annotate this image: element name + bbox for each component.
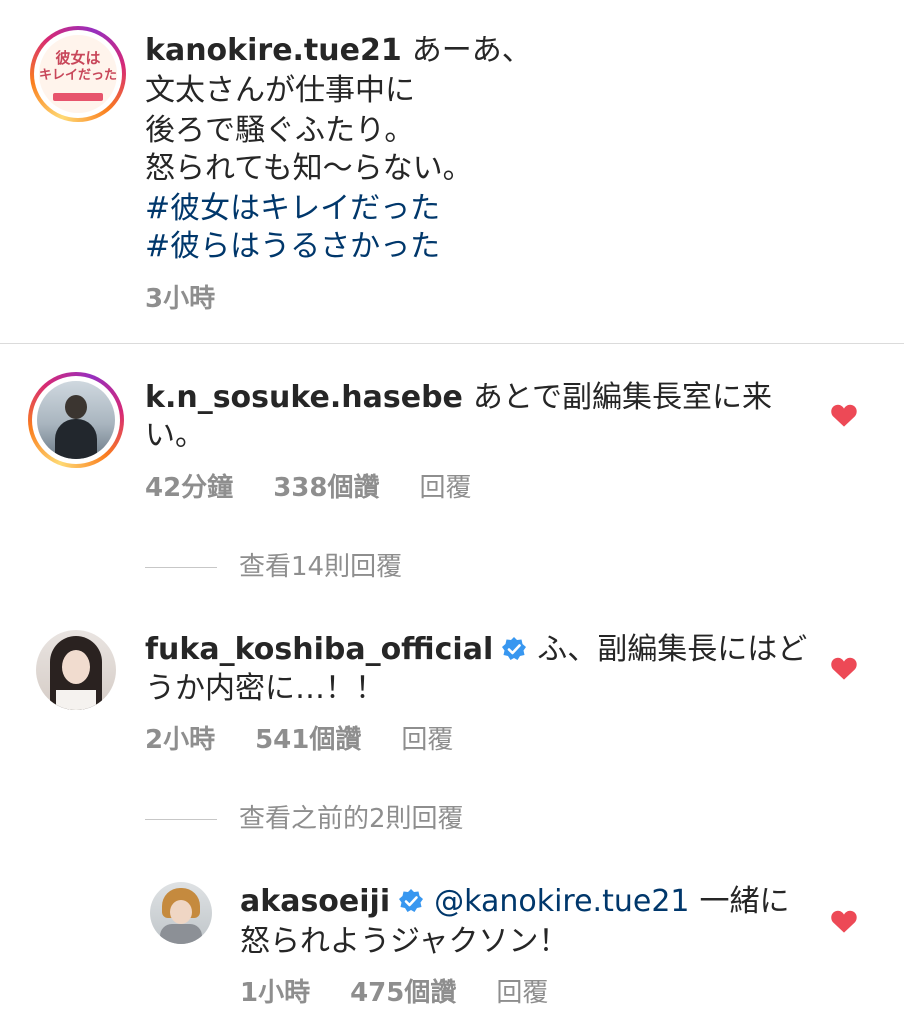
post-caption-line-2: 文太さんが仕事中に [145, 73, 415, 108]
reply-username[interactable]: akasoeiji [240, 884, 390, 919]
post-avatar-ring[interactable]: 彼女は キレイだった [30, 26, 126, 122]
comment-line-1: k.n_sosuke.hasebe あとで副編集長室に来 [145, 380, 773, 415]
hashtag-link[interactable]: #彼女はキレイだった [145, 190, 440, 228]
view-replies-link[interactable]: 查看之前的2則回覆 [145, 804, 464, 834]
replies-dash [145, 819, 217, 820]
reply-avatar[interactable] [150, 882, 212, 944]
comment-line-1: fuka_koshiba_official ふ、副編集長にはど [145, 632, 808, 667]
reply-button[interactable]: 回覆 [419, 473, 471, 503]
reply-line-1: akasoeiji @kanokire.tue21 一緒に [240, 884, 790, 919]
caption-divider [0, 343, 904, 344]
post-timestamp: 3小時 [145, 284, 216, 314]
heart-icon[interactable] [830, 908, 858, 934]
mention-link[interactable]: @kanokire.tue21 [434, 884, 689, 919]
view-replies-link[interactable]: 查看14則回覆 [145, 552, 402, 582]
verified-badge-icon [399, 889, 424, 912]
post-avatar: 彼女は キレイだった [39, 35, 117, 113]
comment-username[interactable]: k.n_sosuke.hasebe [145, 380, 463, 415]
post-username[interactable]: kanokire.tue21 [145, 33, 402, 68]
verified-badge-icon [502, 637, 527, 660]
post-caption-line-1: kanokire.tue21 あーあ、 [145, 33, 532, 68]
reply-meta: 1小時 475個讚 回覆 [240, 978, 588, 1008]
comment-time: 42分鐘 [145, 473, 234, 503]
post-caption-line-4: 怒られても知〜らない。 [145, 151, 473, 186]
reply-button[interactable]: 回覆 [401, 725, 453, 755]
comment-time: 2小時 [145, 725, 216, 755]
post-caption-line-3: 後ろで騒ぐふたり。 [145, 113, 415, 148]
heart-icon[interactable] [830, 402, 858, 428]
comment-avatar-ring[interactable] [28, 372, 124, 468]
comment-line-2: い。 [145, 418, 205, 453]
comment-avatar[interactable] [36, 630, 116, 710]
avatar-logo-text: 彼女は キレイだった [39, 49, 117, 83]
reply-time: 1小時 [240, 978, 311, 1008]
reply-line-2: 怒られようジャクソン！ [240, 924, 569, 959]
replies-dash [145, 567, 217, 568]
comment-likes[interactable]: 338個讚 [273, 473, 379, 503]
reply-likes[interactable]: 475個讚 [350, 978, 456, 1008]
heart-icon[interactable] [830, 655, 858, 681]
comment-line-2: うか内密に…！！ [145, 671, 385, 706]
comment-likes[interactable]: 541個讚 [255, 725, 361, 755]
hashtag-link[interactable]: #彼らはうるさかった [145, 228, 440, 266]
comment-meta: 2小時 541個讚 回覆 [145, 725, 493, 755]
reply-button[interactable]: 回覆 [496, 978, 548, 1008]
comment-avatar [37, 381, 115, 459]
comment-username[interactable]: fuka_koshiba_official [145, 632, 493, 667]
comment-meta: 42分鐘 338個讚 回覆 [145, 473, 511, 503]
